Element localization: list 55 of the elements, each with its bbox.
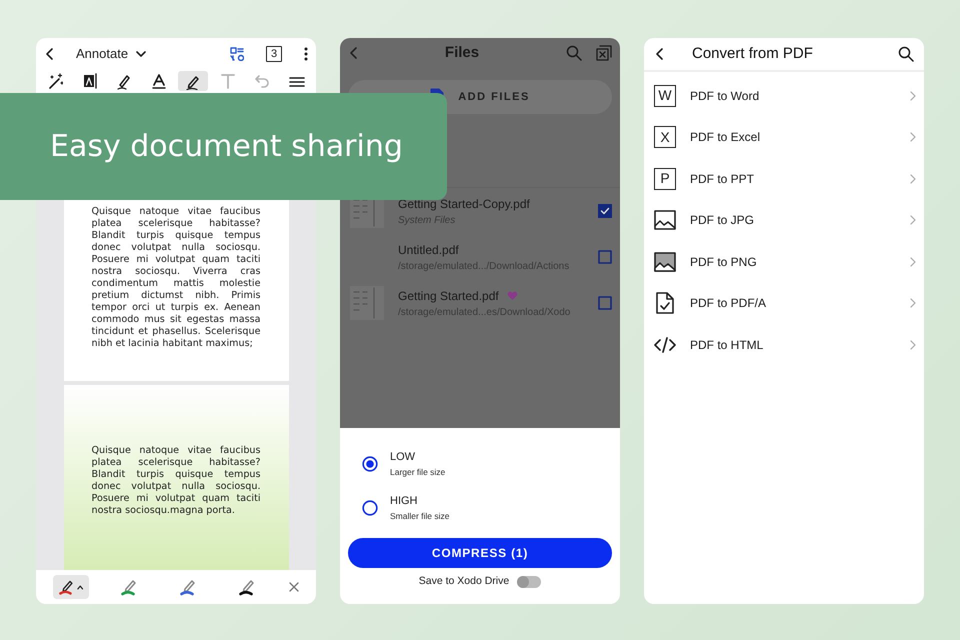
- file-name: Getting Started.pdf: [398, 288, 499, 304]
- text-icon: [220, 72, 236, 90]
- file-name: Getting Started-Copy.pdf: [398, 196, 530, 212]
- back-icon[interactable]: [654, 46, 664, 62]
- close-icon[interactable]: [288, 582, 299, 592]
- chevron-right-icon: [910, 256, 916, 267]
- pen-tool[interactable]: [178, 71, 208, 91]
- chevron-right-icon: [910, 298, 916, 308]
- toggle-switch[interactable]: [517, 576, 542, 588]
- mode-dropdown[interactable]: Annotate: [76, 44, 146, 64]
- compress-button[interactable]: COMPRESS (1): [348, 538, 612, 568]
- caret-up-icon: [76, 584, 84, 590]
- undo-icon: [254, 72, 270, 90]
- close-selection-icon[interactable]: [596, 45, 612, 61]
- convert-option[interactable]: PDF to PDF/A: [644, 282, 924, 324]
- quality-option[interactable]: LOW Larger file size: [348, 442, 612, 486]
- file-name: Untitled.pdf: [398, 242, 459, 258]
- chevron-right-icon: [910, 132, 916, 142]
- convert-option[interactable]: PDF to PNG: [644, 241, 924, 282]
- page-count-button[interactable]: 3: [266, 46, 282, 62]
- more-icon[interactable]: [304, 46, 308, 62]
- screen-title: Files: [444, 42, 480, 63]
- document-check-icon: [654, 292, 676, 314]
- filled-image-icon: [654, 250, 676, 273]
- chevron-right-icon: [910, 90, 916, 101]
- highlighter-icon: [116, 72, 132, 90]
- search-icon[interactable]: [898, 46, 914, 62]
- checkbox[interactable]: [598, 204, 612, 218]
- chevron-right-icon: [910, 215, 916, 226]
- chevron-right-icon: [910, 340, 916, 350]
- quality-option[interactable]: HIGH Smaller file size: [348, 486, 612, 530]
- checkbox[interactable]: [598, 296, 612, 310]
- convert-option[interactable]: X PDF to Excel: [644, 116, 924, 158]
- text-box-icon: [82, 72, 98, 90]
- back-icon[interactable]: [44, 46, 54, 62]
- letter-icon: P: [654, 168, 676, 190]
- toggle-label: Save to Xodo Drive: [418, 574, 510, 589]
- page-paragraph: Quisque natoque vitae faucibus platea scelerisque habitasse? Blandit turpis quisque tempus donec volutpat nulla sociosqu. Posuere mi volutpat quam taciti nostra sociosqu. Viverra cras condimentum mattis molestie pretium dictumst nibh. Primis tempor orci ut turpis ex. Aenean commodo mus sit egestas massa tincidunt et phasellus. Scelerisque nibh et lacinia habitant maximus;: [92, 206, 260, 350]
- convert-option[interactable]: W PDF to Word: [644, 75, 924, 116]
- banner-title: Easy document sharing: [50, 128, 403, 166]
- page-paragraph: Quisque natoque vitae faucibus platea scelerisque habitasse? Blandit turpis quisque tempus donec volutpat nulla sociosqu. Posuere mi volutpat quam taciti nostra sociosqu.magna porta.: [92, 445, 260, 517]
- checkbox[interactable]: [598, 250, 612, 264]
- chevron-right-icon: [910, 174, 916, 184]
- convert-option[interactable]: P PDF to PPT: [644, 158, 924, 200]
- text-color-icon: [150, 72, 167, 90]
- thumbnails-icon[interactable]: [230, 47, 244, 61]
- image-icon: [654, 209, 676, 232]
- pen-color-button[interactable]: [53, 575, 90, 599]
- convert-option[interactable]: PDF to HTML: [644, 324, 924, 366]
- letter-icon: W: [654, 84, 676, 107]
- letter-icon: X: [654, 126, 676, 148]
- magic-wand-icon: [47, 72, 63, 90]
- convert-option[interactable]: PDF to JPG: [644, 200, 924, 241]
- caret-icon: [136, 50, 146, 58]
- screen-title: Convert from PDF: [692, 44, 814, 64]
